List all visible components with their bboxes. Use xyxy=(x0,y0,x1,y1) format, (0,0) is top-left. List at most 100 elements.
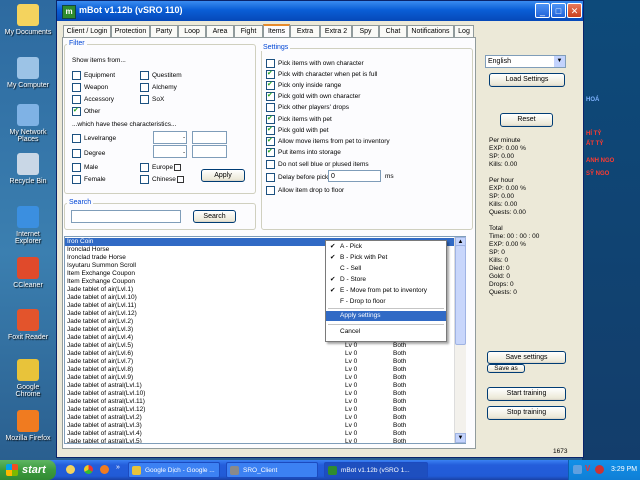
cancel-menu-item[interactable]: Cancel xyxy=(326,327,446,337)
language-select[interactable]: English ▼ xyxy=(485,55,566,68)
setting-checkbox[interactable]: Allow move items from pet to inventory xyxy=(266,136,390,146)
setting-checkbox[interactable]: Pick only inside range xyxy=(266,80,341,90)
network-icon[interactable] xyxy=(573,465,582,474)
setting-checkbox[interactable]: Pick gold with pet xyxy=(266,125,329,135)
list-item[interactable]: Jade tablet of air(Lvl.9) Lv 0 Both xyxy=(65,374,455,382)
context-menu-item[interactable]: ✔ B - Pick with Pet xyxy=(326,253,446,263)
close-button[interactable]: ✕ xyxy=(567,3,582,18)
tab-loop[interactable]: Loop xyxy=(178,25,206,37)
maximize-button[interactable]: □ xyxy=(551,3,566,18)
item-list-scrollbar[interactable]: ▲ ▼ xyxy=(454,237,466,443)
save-as-button[interactable]: Save as xyxy=(487,364,525,373)
filter-alchemy-checkbox[interactable]: Alchemy xyxy=(140,83,177,92)
stop-training-button[interactable]: Stop training xyxy=(487,406,566,420)
list-item[interactable]: Jade tablet of astral(Lvl.4) Lv 0 Both xyxy=(65,430,455,438)
list-item[interactable]: Jade tablet of astral(Lvl.5) Lv 0 Both xyxy=(65,438,455,443)
title-bar[interactable]: m mBot v1.12b (vSRO 110) _ □ ✕ xyxy=(57,1,583,21)
apply-button[interactable]: Apply xyxy=(201,169,245,182)
levelrange-min-input[interactable] xyxy=(153,131,187,144)
chinese-checkbox[interactable]: Chinese xyxy=(140,175,184,184)
reset-button[interactable]: Reset xyxy=(500,113,553,127)
tab-items[interactable]: Items xyxy=(263,24,290,38)
setting-checkbox[interactable]: Delay before pick xyxy=(266,173,328,182)
degree-checkbox[interactable]: Degree xyxy=(72,149,105,158)
setting-checkbox[interactable]: Allow item drop to floor xyxy=(266,186,344,195)
tab-notifications[interactable]: Notifications xyxy=(407,25,454,37)
setting-checkbox[interactable]: Pick gold with own character xyxy=(266,91,360,101)
tab-fight[interactable]: Fight xyxy=(234,25,263,37)
desktop-icon[interactable]: Mozilla Firefox xyxy=(4,410,52,442)
tab-log[interactable]: Log xyxy=(454,25,474,37)
list-item[interactable]: Jade tablet of astral(Lvl.2) Lv 0 Both xyxy=(65,414,455,422)
search-button[interactable]: Search xyxy=(193,210,236,223)
apply-settings-menu-item[interactable]: Apply settings xyxy=(326,311,446,321)
quicklaunch-expand-icon[interactable]: » xyxy=(116,464,120,471)
taskbar-button[interactable]: Google Dịch - Google ... xyxy=(128,462,220,478)
list-item[interactable]: Jade tablet of astral(Lvl.3) Lv 0 Both xyxy=(65,422,455,430)
desktop-icon[interactable]: Foxit Reader xyxy=(4,309,52,341)
scroll-down-icon[interactable]: ▼ xyxy=(455,433,466,443)
tab-extra[interactable]: Extra xyxy=(290,25,320,37)
taskbar-button[interactable]: mBot v1.12b (vSRO 1... xyxy=(324,462,428,478)
context-menu-item[interactable]: C - Sell xyxy=(326,264,446,274)
list-item[interactable]: Jade tablet of astral(Lvl.10) Lv 0 Both xyxy=(65,390,455,398)
load-settings-button[interactable]: Load Settings xyxy=(489,73,565,87)
tab-extra-2[interactable]: Extra 2 xyxy=(320,25,352,37)
tab-area[interactable]: Area xyxy=(206,25,234,37)
setting-checkbox[interactable]: Pick items with pet xyxy=(266,114,332,124)
filter-equipment-checkbox[interactable]: Equipment xyxy=(72,71,115,80)
setting-checkbox[interactable]: Put items into storage xyxy=(266,147,341,157)
desktop-icon[interactable]: My Network Places xyxy=(4,104,52,143)
desktop-icon[interactable]: My Computer xyxy=(4,57,52,89)
context-menu-item[interactable]: ✔ E - Move from pet to inventory xyxy=(326,286,446,296)
start-training-button[interactable]: Start training xyxy=(487,387,566,401)
tab-protection[interactable]: Protection xyxy=(111,25,150,37)
desktop-icon[interactable]: Internet Explorer xyxy=(4,206,52,245)
tab-party[interactable]: Party xyxy=(150,25,178,37)
quicklaunch-desktop-icon[interactable] xyxy=(66,465,75,474)
list-item[interactable]: Jade tablet of astral(Lvl.1) Lv 0 Both xyxy=(65,382,455,390)
setting-checkbox[interactable]: Pick with character when pet is full xyxy=(266,69,377,79)
context-menu-item[interactable]: F - Drop to floor xyxy=(326,297,446,307)
desktop-icon[interactable]: Recycle Bin xyxy=(4,153,52,185)
list-item[interactable]: Jade tablet of air(Lvl.8) Lv 0 Both xyxy=(65,366,455,374)
quicklaunch-firefox-icon[interactable] xyxy=(100,465,109,474)
degree-min-input[interactable] xyxy=(153,145,187,158)
setting-checkbox[interactable]: Do not sell blue or plused items xyxy=(266,160,369,169)
degree-max-input[interactable] xyxy=(192,145,227,158)
levelrange-max-input[interactable] xyxy=(192,131,227,144)
antivirus-icon[interactable] xyxy=(595,465,604,474)
setting-checkbox[interactable]: Pick items with own character xyxy=(266,59,364,68)
tab-chat[interactable]: Chat xyxy=(379,25,407,37)
setting-checkbox[interactable]: Pick other players' drops xyxy=(266,103,349,112)
male-checkbox[interactable]: Male xyxy=(72,163,98,172)
europe-checkbox[interactable]: Europe xyxy=(140,163,181,172)
scroll-thumb[interactable] xyxy=(455,245,466,345)
language-indicator-icon[interactable]: V xyxy=(585,464,590,473)
desktop-icon[interactable]: CCleaner xyxy=(4,257,52,289)
chevron-down-icon[interactable]: ▼ xyxy=(554,56,565,67)
levelrange-checkbox[interactable]: Levelrange xyxy=(72,134,116,143)
start-button[interactable]: start xyxy=(0,460,56,480)
tab-client-login[interactable]: Client / Login xyxy=(63,25,111,37)
minimize-button[interactable]: _ xyxy=(535,3,550,18)
filter-other-checkbox[interactable]: Other xyxy=(72,106,100,116)
list-item[interactable]: Jade tablet of astral(Lvl.11) Lv 0 Both xyxy=(65,398,455,406)
quicklaunch-chrome-icon[interactable] xyxy=(84,465,93,474)
desktop-icon[interactable]: My Documents xyxy=(4,4,52,36)
context-menu-item[interactable]: ✔ A - Pick xyxy=(326,242,446,252)
list-item[interactable]: Jade tablet of astral(Lvl.12) Lv 0 Both xyxy=(65,406,455,414)
taskbar-button[interactable]: SRO_Client xyxy=(226,462,318,478)
delay-input[interactable]: 0 xyxy=(328,170,381,182)
tab-spy[interactable]: Spy xyxy=(352,25,379,37)
context-menu-item[interactable]: ✔ D - Store xyxy=(326,275,446,285)
list-item[interactable]: Jade tablet of air(Lvl.7) Lv 0 Both xyxy=(65,358,455,366)
list-item[interactable]: Jade tablet of air(Lvl.5) Lv 0 Both xyxy=(65,342,455,350)
search-input[interactable] xyxy=(71,210,181,223)
filter-accessory-checkbox[interactable]: Accessory xyxy=(72,95,114,104)
desktop-icon[interactable]: Google Chrome xyxy=(4,359,52,398)
filter-weapon-checkbox[interactable]: Weapon xyxy=(72,83,108,92)
filter-sox-checkbox[interactable]: SoX xyxy=(140,95,164,104)
list-item[interactable]: Jade tablet of air(Lvl.6) Lv 0 Both xyxy=(65,350,455,358)
female-checkbox[interactable]: Female xyxy=(72,175,106,184)
